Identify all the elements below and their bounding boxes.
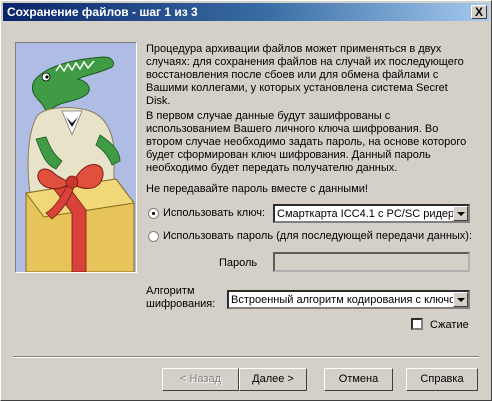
use-password-radio[interactable]	[148, 231, 159, 242]
window-title: Сохранение файлов - шаг 1 из 3	[7, 5, 198, 19]
help-button[interactable]: Справка	[406, 368, 478, 391]
password-field[interactable]	[273, 252, 470, 272]
use-key-radio[interactable]	[148, 208, 159, 219]
back-button[interactable]: < Назад	[162, 368, 239, 391]
password-warning: Не передавайте пароль вместе с данными!	[146, 183, 368, 195]
cancel-button[interactable]: Отмена	[324, 368, 393, 391]
key-select[interactable]: Смарткарта ICC4.1 с PC/SC ридер	[273, 204, 470, 223]
password-label: Пароль	[219, 257, 258, 269]
key-select-value: Смарткарта ICC4.1 с PC/SC ридер	[277, 208, 455, 220]
title-bar[interactable]: Сохранение файлов - шаг 1 из 3 X	[3, 3, 489, 21]
algorithm-select[interactable]: Встроенный алгоритм кодирования с ключо	[227, 290, 470, 309]
crocodile-gift-illustration	[15, 42, 137, 273]
compress-label[interactable]: Сжатие	[430, 319, 469, 332]
intro-paragraph-2: В первом случае данные будут зашифрованы…	[146, 110, 467, 174]
chevron-down-icon[interactable]	[453, 206, 468, 221]
algorithm-label-line1: Алгоритм	[146, 285, 195, 297]
intro-paragraph-1: Процедура архивации файлов может применя…	[146, 43, 464, 107]
algorithm-label-line2: шифрования:	[146, 298, 216, 310]
button-separator	[13, 356, 479, 358]
algorithm-select-value: Встроенный алгоритм кодирования с ключо	[231, 294, 456, 306]
chevron-down-icon[interactable]	[453, 292, 468, 307]
close-icon: X	[475, 5, 484, 19]
next-button[interactable]: Далее >	[239, 368, 307, 391]
use-password-label[interactable]: Использовать пароль (для последующей пер…	[163, 230, 472, 243]
wizard-window: Сохранение файлов - шаг 1 из 3 X Процеду…	[0, 0, 492, 401]
compress-checkbox[interactable]	[411, 318, 423, 330]
use-key-label[interactable]: Использовать ключ:	[163, 207, 265, 220]
close-button[interactable]: X	[471, 5, 487, 19]
